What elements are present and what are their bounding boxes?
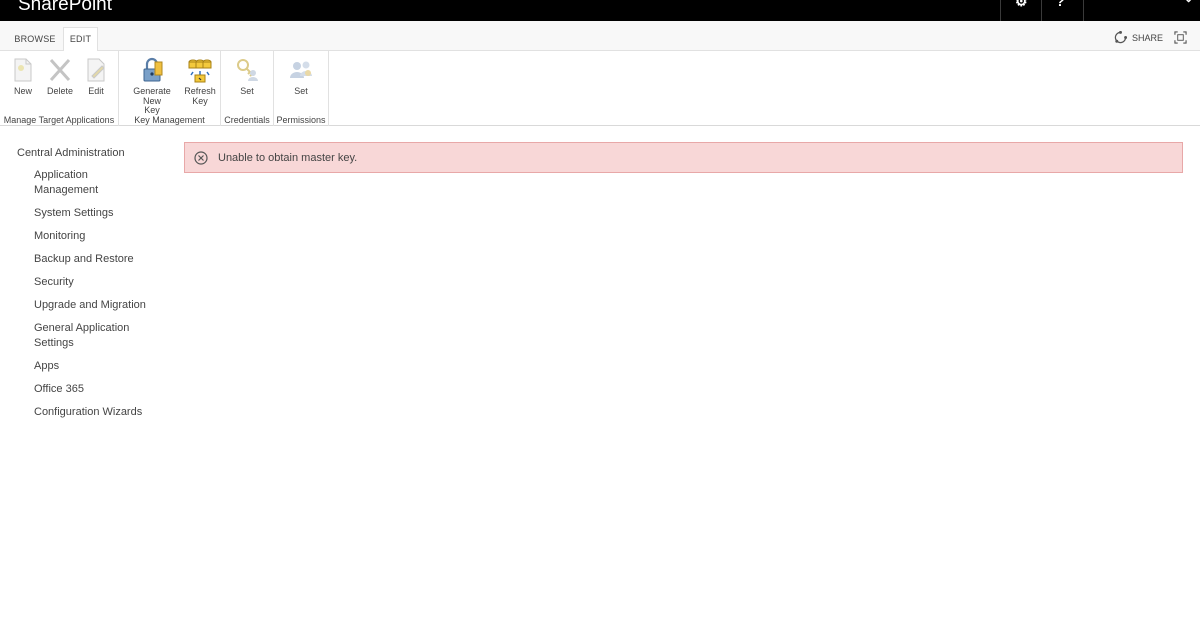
padlock-key-icon (143, 57, 163, 82)
refresh-label-line1: Refresh (184, 86, 216, 96)
group-label-key-management: Key Management (134, 115, 205, 125)
refresh-label-line2: Key (192, 95, 208, 106)
nav-item-upgrade-and-migration[interactable]: Upgrade and Migration (34, 298, 152, 313)
nav-item-system-settings[interactable]: System Settings (34, 206, 152, 221)
set-permissions-button[interactable]: Set (286, 56, 316, 97)
new-document-icon (14, 58, 32, 82)
generate-new-key-button[interactable]: Generate New Key (123, 56, 181, 116)
group-manage-target-applications: New Delete Edit Manage Target Applicatio… (0, 51, 119, 126)
share-button[interactable]: SHARE (1114, 31, 1163, 44)
nav-item-security[interactable]: Security (34, 275, 152, 290)
refresh-key-button[interactable]: Refresh Key (183, 56, 217, 106)
nav-item-configuration-wizards[interactable]: Configuration Wizards (34, 405, 152, 420)
nav-central-administration[interactable]: Central Administration (17, 146, 167, 161)
delete-x-icon (49, 58, 71, 82)
tab-browse[interactable]: BROWSE (8, 27, 62, 51)
permissions-users-icon (290, 61, 312, 78)
edit-button[interactable]: Edit (82, 56, 110, 97)
share-label: SHARE (1132, 32, 1164, 43)
credentials-key-icon (237, 59, 258, 81)
help-icon: ? (1056, 0, 1065, 9)
group-credentials: Set Credentials (221, 51, 274, 126)
tab-edit[interactable]: EDIT (63, 27, 98, 52)
error-circle-icon (194, 151, 208, 165)
ribbon: New Delete Edit Manage Target Applicatio… (0, 51, 1200, 126)
nav-item-general-application-settings[interactable]: General Application Settings (34, 321, 152, 351)
error-banner: Unable to obtain master key. (184, 142, 1183, 173)
suite-bar: SharePoint ⚙ ? ⌄ (0, 0, 1200, 21)
nav-item-office-365[interactable]: Office 365 (34, 382, 152, 397)
focus-mode-icon[interactable] (1174, 31, 1187, 44)
delete-button[interactable]: Delete (44, 56, 76, 97)
brand-title[interactable]: SharePoint (18, 0, 112, 17)
left-navigation: Central Administration Application Manag… (17, 146, 167, 428)
nav-list: Application Management System Settings M… (17, 168, 167, 420)
share-icon (1114, 31, 1127, 44)
generate-label-line2: Key (144, 105, 160, 115)
group-label-manage: Manage Target Applications (3, 115, 115, 125)
help-button[interactable]: ? (1041, 0, 1083, 21)
nav-item-monitoring[interactable]: Monitoring (34, 229, 152, 244)
chevron-down-icon: ⌄ (1184, 0, 1193, 6)
set-credentials-button[interactable]: Set (232, 56, 262, 97)
settings-button[interactable]: ⚙ (1000, 0, 1042, 21)
user-menu-button[interactable]: ⌄ (1083, 0, 1200, 21)
new-button[interactable]: New (8, 56, 38, 97)
error-message: Unable to obtain master key. (218, 152, 358, 164)
refresh-key-icon (188, 59, 212, 83)
group-label-credentials: Credentials (224, 115, 270, 125)
gear-icon: ⚙ (1015, 0, 1028, 9)
group-label-permissions: Permissions (276, 115, 326, 125)
group-key-management: Generate New Key Refresh Key Key Managemen… (119, 51, 221, 126)
ribbon-tab-row: BROWSE EDIT SHARE (0, 21, 1200, 52)
generate-label-line1: Generate New (133, 86, 171, 106)
nav-item-backup-and-restore[interactable]: Backup and Restore (34, 252, 152, 267)
nav-item-apps[interactable]: Apps (34, 359, 152, 374)
edit-document-icon (87, 58, 105, 82)
nav-item-application-management[interactable]: Application Management (34, 168, 152, 198)
group-permissions: Set Permissions (274, 51, 329, 126)
